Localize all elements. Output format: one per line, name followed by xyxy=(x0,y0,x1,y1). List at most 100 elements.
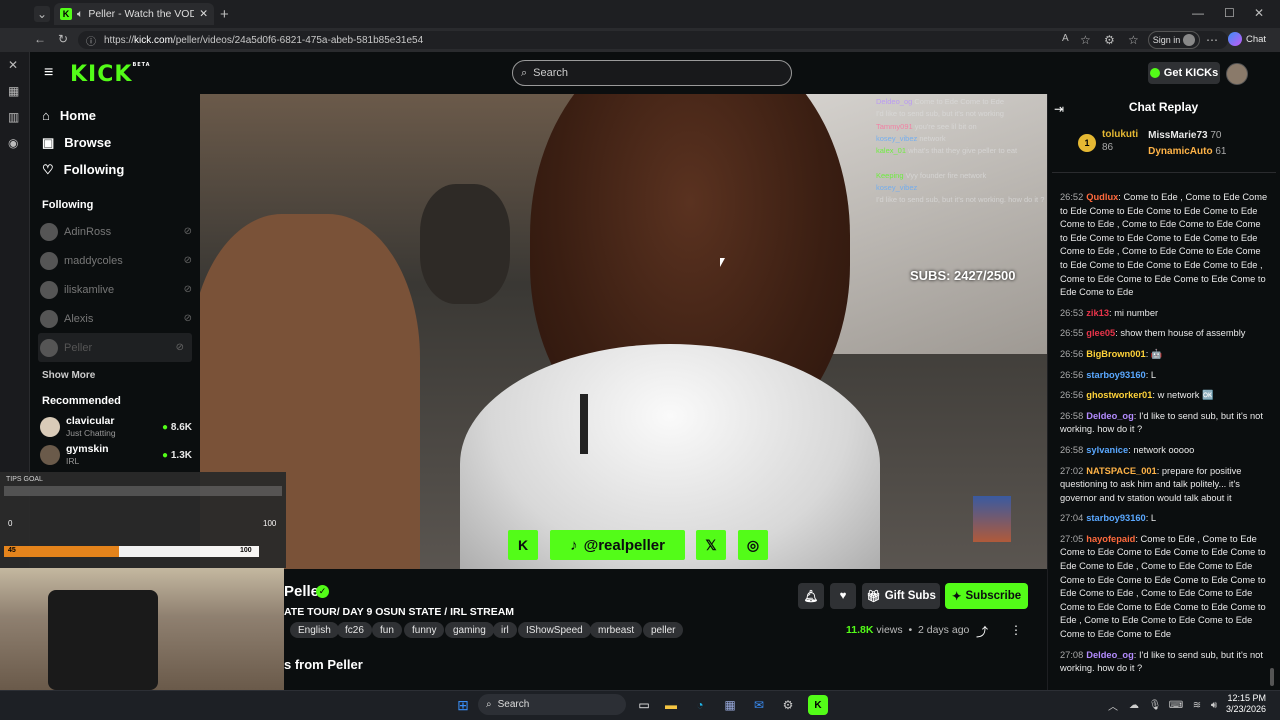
copilot-chat-button[interactable]: Chat xyxy=(1228,32,1266,46)
tag-chip[interactable]: peller xyxy=(643,622,684,638)
tag-chip[interactable]: irl xyxy=(493,622,517,638)
keyboard-icon[interactable]: ⌨ xyxy=(1166,695,1186,715)
star-icon: ✦ xyxy=(951,591,962,603)
kick-logo[interactable]: KICKBETA xyxy=(70,62,151,87)
tag-chip[interactable]: IShowSpeed xyxy=(518,622,591,638)
nav-browse[interactable]: ▣ Browse xyxy=(30,129,200,156)
tab-list-chevron-icon[interactable]: ⌄ xyxy=(34,6,50,22)
microphone-icon[interactable]: 🎙︎ xyxy=(1145,695,1165,715)
tag-chip[interactable]: English xyxy=(290,622,339,638)
media-icon[interactable]: ◉ xyxy=(8,136,18,150)
volume-icon[interactable]: 🔊︎ xyxy=(1204,695,1224,715)
overlay-chat-msg: I'd like to send sub, but it's not worki… xyxy=(876,195,1045,205)
browser-tab[interactable]: K 🔈︎ Peller - Watch the VOD on Ki ✕ xyxy=(54,3,214,25)
following-section-title: Following xyxy=(42,199,94,211)
close-tab-icon[interactable]: ✕ xyxy=(199,8,208,20)
file-explorer-icon[interactable]: ▬ xyxy=(661,695,681,715)
task-view-icon[interactable]: ▭ xyxy=(634,695,654,715)
menu-hamburger-icon[interactable]: ≡ xyxy=(44,64,53,82)
start-windows-icon[interactable]: ⊞ xyxy=(453,695,473,715)
chat-username[interactable]: NATSPACE_001 xyxy=(1086,466,1156,476)
video-player[interactable]: Deldeo_og Come to Ede Come to Ede I'd li… xyxy=(200,94,1047,569)
read-aloud-icon[interactable]: A xyxy=(1062,33,1069,44)
back-icon[interactable]: ← xyxy=(34,32,46,46)
follow-heart-button[interactable]: ♥ xyxy=(830,583,856,609)
chat-username[interactable]: Qudlux xyxy=(1086,192,1118,202)
chat-username[interactable]: BigBrown001 xyxy=(1086,349,1145,359)
gift-subs-button[interactable]: 🎁︎ Gift Subs xyxy=(862,583,940,609)
tag-chip[interactable]: fun xyxy=(372,622,402,638)
avatar xyxy=(40,445,60,465)
reload-icon[interactable]: ↻ xyxy=(58,32,68,46)
taskbar-search[interactable]: ⌕ Search xyxy=(478,694,626,715)
chat-username[interactable]: starboy93160 xyxy=(1086,370,1145,380)
chat-timestamp: 27:02 xyxy=(1060,465,1084,476)
onedrive-icon[interactable]: ☁ xyxy=(1124,695,1144,715)
overlay-chat-msg: what's that they give peller to eat xyxy=(908,146,1018,156)
leader-name: MissMarie73 xyxy=(1148,130,1208,141)
chat-username[interactable]: hayofepaid xyxy=(1086,534,1135,544)
overlay-chat-user: kosey_vibez xyxy=(876,183,918,193)
maximize-icon[interactable]: ☐ xyxy=(1224,6,1235,20)
chat-text: L xyxy=(1150,369,1157,380)
notification-bell-button[interactable]: 🔔︎ xyxy=(798,583,824,609)
signin-button[interactable]: Sign in xyxy=(1148,31,1200,49)
more-vertical-icon[interactable]: ⋮ xyxy=(1010,623,1022,637)
chat-timestamp: 26:56 xyxy=(1060,348,1084,359)
following-channel[interactable]: maddycoles ⊘ xyxy=(30,246,200,275)
user-avatar[interactable] xyxy=(1226,63,1248,85)
show-more-link[interactable]: Show More xyxy=(30,370,200,381)
tools-icon[interactable]: ✕ xyxy=(8,58,18,72)
chat-username[interactable]: Deldeo_og xyxy=(1086,650,1134,660)
following-channel[interactable]: AdinRoss ⊘ xyxy=(30,217,200,246)
share-icon[interactable]: ⤴ xyxy=(976,623,988,640)
game-icon[interactable]: ▥ xyxy=(8,110,19,124)
kick-app-icon[interactable]: K xyxy=(808,695,828,715)
search-input[interactable]: ⌕ Search xyxy=(512,60,792,86)
following-channel[interactable]: Alexis ⊘ xyxy=(30,304,200,333)
tag-chip[interactable]: gaming xyxy=(445,622,494,638)
recommended-channel[interactable]: gymskin IRL ● 1.3K xyxy=(30,441,200,469)
views-label: views xyxy=(876,624,903,636)
tag-chip[interactable]: mrbeast xyxy=(590,622,643,638)
nav-following[interactable]: ♡ Following xyxy=(30,156,200,183)
subscribe-button[interactable]: ✦ Subscribe xyxy=(945,583,1028,609)
minimize-icon[interactable]: — xyxy=(1192,6,1204,20)
chat-username[interactable]: sylvanice xyxy=(1086,445,1128,455)
store-icon[interactable]: ▦ xyxy=(720,695,740,715)
favorite-star-icon[interactable]: ☆ xyxy=(1080,33,1091,47)
site-info-icon[interactable]: ⓘ xyxy=(86,33,96,48)
new-tab-icon[interactable]: + xyxy=(220,6,229,23)
left-sidebar: ⌂ Home ▣ Browse ♡ Following Following AdinR… xyxy=(30,94,200,494)
outlook-icon[interactable]: ✉ xyxy=(749,695,769,715)
url-field[interactable]: ⓘ https://kick.com/peller/videos/24a5d0f… xyxy=(78,31,1228,49)
signin-label: Sign in xyxy=(1152,35,1181,45)
get-kicks-button[interactable]: Get KICKs xyxy=(1148,62,1220,84)
nav-home[interactable]: ⌂ Home xyxy=(30,102,200,129)
tag-chip[interactable]: fc26 xyxy=(337,622,372,638)
edge-browser-icon[interactable]: ◔ xyxy=(690,695,710,715)
chat-scrollbar[interactable] xyxy=(1270,668,1274,686)
chat-text: show them house of assembly xyxy=(1120,328,1246,339)
chat-username[interactable]: ghostworker01 xyxy=(1086,390,1152,400)
recommended-channel[interactable]: clavicular Just Chatting ● 8.6K xyxy=(30,413,200,441)
settings-icon[interactable]: ⚙ xyxy=(778,695,798,715)
more-options-icon[interactable]: ⋯ xyxy=(1206,33,1218,47)
following-channel-active[interactable]: Peller ⊘ xyxy=(38,333,192,362)
following-channel[interactable]: iliskamlive ⊘ xyxy=(30,275,200,304)
speaker-icon[interactable]: 🔈︎ xyxy=(77,8,83,21)
extensions-icon[interactable]: ⚙ xyxy=(1104,33,1115,47)
channel-name: AdinRoss xyxy=(64,225,112,238)
nav-browse-label: Browse xyxy=(64,135,112,150)
chat-username[interactable]: starboy93160 xyxy=(1086,513,1145,523)
viewer-count: 1.3K xyxy=(170,449,192,461)
chat-username[interactable]: glee05 xyxy=(1086,328,1115,338)
store-icon[interactable]: ▦ xyxy=(8,84,19,98)
chat-username[interactable]: Deldeo_og xyxy=(1086,411,1134,421)
tag-chip[interactable]: funny xyxy=(404,622,445,638)
taskbar-clock[interactable]: 12:15 PM 3/23/2026 xyxy=(1226,693,1266,715)
chat-username[interactable]: zik13 xyxy=(1086,308,1109,318)
tray-chevron-icon[interactable]: ︿ xyxy=(1103,695,1123,715)
close-window-icon[interactable]: ✕ xyxy=(1254,6,1264,20)
collections-icon[interactable]: ☆ xyxy=(1128,33,1139,47)
